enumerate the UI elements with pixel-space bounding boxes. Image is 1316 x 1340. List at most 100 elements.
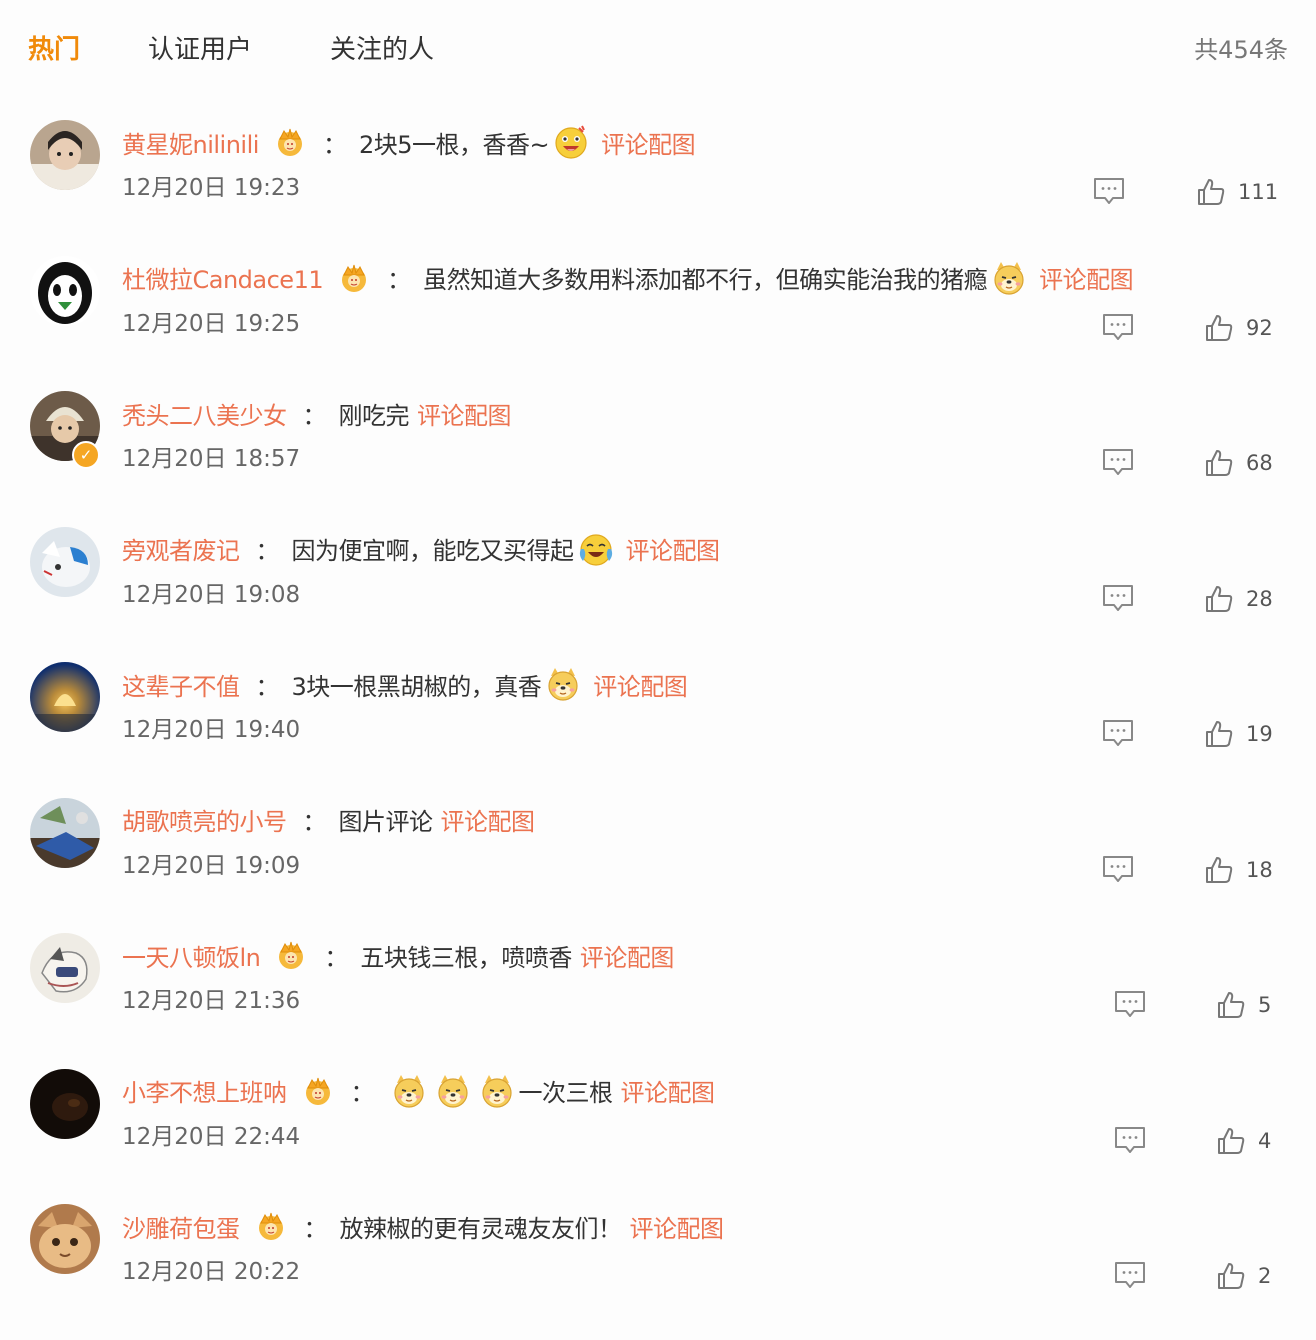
reply-icon[interactable] (1102, 312, 1134, 342)
tab-following[interactable]: 关注的人 (330, 30, 434, 70)
grin-emoji-icon (553, 124, 589, 160)
reply-icon[interactable] (1114, 989, 1146, 1019)
thumbs-up-icon (1204, 313, 1234, 343)
user-avatar[interactable] (30, 1068, 100, 1139)
like-count: 28 (1246, 586, 1273, 611)
like-button[interactable]: 19 (1204, 716, 1273, 752)
thumbs-up-icon (1204, 719, 1234, 749)
like-button[interactable]: 92 (1204, 310, 1273, 346)
comment-username[interactable]: 旁观者废记 (122, 531, 240, 566)
comment-item: 黄星妮nilinili ： 2块5一根，香香~ 评论配图 12月20日 19:23 111 (0, 120, 1316, 256)
like-count: 2 (1258, 1264, 1272, 1288)
reply-icon[interactable] (1102, 854, 1134, 884)
comment-image-link[interactable]: 评论配图 (417, 396, 512, 431)
doge-emoji-icon (391, 1073, 427, 1109)
comment-timestamp: 12月20日 19:40 (122, 717, 301, 743)
like-button[interactable]: 2 (1216, 1258, 1271, 1294)
comment-content-line: 黄星妮nilinili ： 2块5一根，香香~ 评论配图 (122, 120, 696, 164)
comment-text: 虽然知道大多数用料添加都不行，但确实能治我的猪瘾 (423, 266, 988, 294)
comment-separator: ： (255, 672, 280, 701)
comment-content-line: 秃头二八美少女 ： 刚吃完 评论配图 (122, 391, 512, 435)
like-count: 92 (1246, 315, 1273, 340)
thumbs-up-icon (1204, 855, 1234, 885)
comment-image-link[interactable]: 评论配图 (1039, 260, 1134, 295)
comment-username[interactable]: 黄星妮nilinili (122, 125, 259, 160)
thumbs-up-icon (1216, 1261, 1246, 1291)
user-avatar[interactable] (30, 120, 100, 190)
like-button[interactable]: 4 (1216, 1123, 1271, 1159)
comment-timestamp: 12月20日 18:57 (122, 446, 301, 472)
comment-image-link[interactable]: 评论配图 (630, 1209, 725, 1244)
comment-separator: ： (302, 401, 327, 430)
comment-text: 2块5一根，香香~ (358, 130, 550, 159)
comment-item: 这辈子不值 ： 3块一根黑胡椒的，真香 评论配图 12月20日 19:40 19 (0, 662, 1316, 798)
user-avatar[interactable] (30, 933, 100, 1003)
comment-timestamp: 12月20日 19:08 (122, 581, 301, 608)
comment-image-link[interactable]: 评论配图 (626, 531, 721, 566)
like-button[interactable]: 28 (1204, 581, 1273, 617)
user-avatar[interactable] (30, 526, 100, 597)
like-button[interactable]: 5 (1216, 987, 1271, 1023)
like-button[interactable]: 111 (1196, 174, 1278, 210)
user-avatar[interactable] (30, 255, 100, 326)
like-button[interactable]: 68 (1204, 445, 1273, 481)
comment-username[interactable]: 胡歌喷亮的小号 (122, 802, 287, 837)
comment-timestamp: 12月20日 21:36 (122, 988, 301, 1014)
comment-image-link[interactable]: 评论配图 (441, 802, 536, 837)
tab-hot[interactable]: 热门 (28, 30, 80, 70)
comment-image-link[interactable]: 评论配图 (621, 1073, 716, 1108)
comment-content-line: 杜微拉Candace11 ： 虽然知道大多数用料添加都不行，但确实能治我的猪瘾 评论配… (122, 256, 1134, 300)
thumbs-up-icon (1216, 990, 1246, 1020)
vip-crown-icon (301, 1074, 335, 1108)
comment-image-link[interactable]: 评论配图 (580, 938, 675, 973)
reply-icon[interactable] (1114, 1125, 1146, 1155)
comment-content-line: 旁观者废记 ： 因为便宜啊，能吃又买得起 评论配图 (122, 527, 720, 571)
comment-text: 3块一根黑胡椒的，真香 (291, 672, 542, 701)
comment-username[interactable]: 杜微拉Candace11 (122, 260, 324, 295)
comment-image-link[interactable]: 评论配图 (601, 125, 696, 160)
reply-icon[interactable] (1114, 1260, 1146, 1290)
laugh-cry-emoji-icon (578, 531, 614, 567)
verified-badge-icon: ✓ (72, 441, 100, 469)
thumbs-up-icon (1196, 177, 1226, 207)
comment-image-link[interactable]: 评论配图 (593, 667, 688, 702)
comment-item: 小李不想上班呐 ： 一次三根 评论配图 12月20日 22:44 4 (0, 1068, 1316, 1205)
comment-timestamp: 12月20日 22:44 (122, 1123, 301, 1150)
comment-text: 因为便宜啊，能吃又买得起 (291, 537, 575, 565)
comment-separator: ： (302, 808, 327, 836)
like-count: 111 (1238, 180, 1279, 204)
reply-icon[interactable] (1102, 718, 1134, 748)
like-count: 18 (1246, 857, 1273, 882)
comment-item: 旁观者废记 ： 因为便宜啊，能吃又买得起 评论配图 12月20日 19:08 28 (0, 526, 1316, 663)
doge-emoji-icon (545, 666, 581, 702)
comment-separator: ： (322, 130, 347, 159)
comment-separator: ： (255, 537, 280, 565)
like-count: 19 (1246, 722, 1273, 746)
reply-icon[interactable] (1102, 583, 1134, 613)
comment-username[interactable]: 秃头二八美少女 (122, 396, 287, 431)
comment-text: 刚吃完 (338, 401, 410, 430)
comment-username[interactable]: 沙雕荷包蛋 (122, 1209, 240, 1244)
user-avatar[interactable] (30, 797, 100, 868)
like-count: 68 (1246, 451, 1273, 475)
comment-content-line: 一天八顿饭ln ： 五块钱三根，喷喷香 评论配图 (122, 933, 674, 977)
comment-separator: ： (324, 943, 349, 972)
comment-timestamp: 12月20日 19:23 (122, 175, 301, 201)
comment-separator: ： (303, 1214, 328, 1243)
like-count: 5 (1258, 993, 1272, 1017)
comment-item: 一天八顿饭ln ： 五块钱三根，喷喷香 评论配图 12月20日 21:36 5 (0, 933, 1316, 1069)
vip-crown-icon (337, 261, 371, 295)
reply-icon[interactable] (1102, 447, 1134, 477)
tab-verified-users[interactable]: 认证用户 (148, 30, 252, 70)
comment-content-line: 胡歌喷亮的小号 ： 图片评论 评论配图 (122, 798, 535, 842)
comment-total-count: 共454条 (1194, 36, 1288, 64)
reply-icon[interactable] (1093, 176, 1125, 206)
user-avatar[interactable] (30, 1204, 100, 1274)
comment-username[interactable]: 小李不想上班呐 (122, 1073, 287, 1108)
comment-username[interactable]: 这辈子不值 (122, 667, 240, 702)
like-button[interactable]: 18 (1204, 852, 1273, 888)
comment-username[interactable]: 一天八顿饭ln (122, 938, 261, 973)
user-avatar[interactable] (30, 662, 100, 732)
comment-separator: ： (350, 1079, 375, 1107)
doge-emoji-icon (991, 260, 1027, 296)
